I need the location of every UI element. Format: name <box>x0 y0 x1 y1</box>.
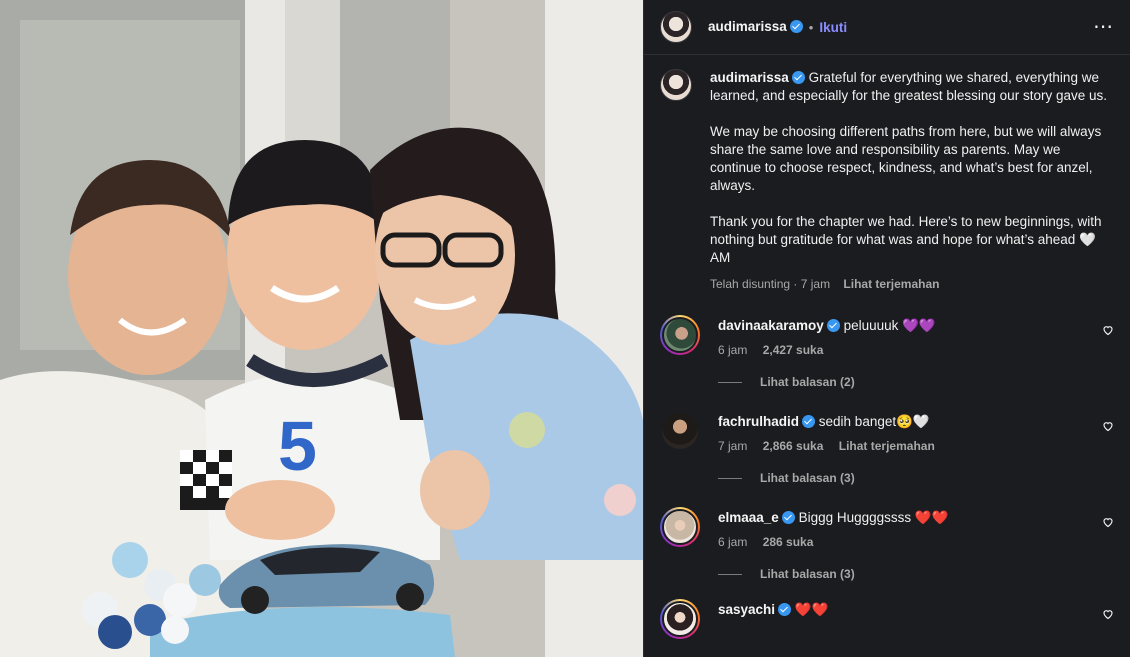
instagram-post-modal: 5 audimarissa • Ikuti ⋯ audimarissa Grat… <box>0 0 1130 657</box>
like-heart-icon[interactable] <box>1102 419 1114 437</box>
verified-badge-icon <box>789 20 803 33</box>
post-header: audimarissa • Ikuti ⋯ <box>644 0 1130 55</box>
view-replies-button[interactable]: Lihat balasan (3) <box>718 471 1114 485</box>
caption-author-avatar[interactable] <box>660 69 692 101</box>
verified-badge-icon <box>826 319 840 332</box>
post-sidebar: audimarissa • Ikuti ⋯ audimarissa Gratef… <box>643 0 1130 657</box>
author-username[interactable]: audimarissa <box>708 19 787 34</box>
replies-divider-line <box>718 477 742 479</box>
replies-divider-line <box>718 573 742 575</box>
commenter-avatar[interactable] <box>660 315 700 355</box>
post-photo[interactable]: 5 <box>0 0 643 657</box>
caption-translate-link[interactable]: Lihat terjemahan <box>843 277 939 291</box>
author-avatar[interactable] <box>660 11 692 43</box>
commenter-avatar[interactable] <box>660 507 700 547</box>
family-photo-illustration: 5 <box>0 0 643 657</box>
comment-username[interactable]: elmaaa_e <box>718 510 779 525</box>
view-replies-button[interactable]: Lihat balasan (2) <box>718 375 1114 389</box>
commenter-avatar[interactable] <box>662 413 698 449</box>
replies-divider-line <box>718 381 742 383</box>
comment-item: davinaakaramoy peluuuuk 💜💜 6 jam 2,427 s… <box>660 315 1114 389</box>
comment-item: sasyachi ❤️❤️ <box>660 599 1114 639</box>
like-heart-icon[interactable] <box>1102 607 1114 625</box>
caption-paragraph-3: Thank you for the chapter we had. Here’s… <box>710 214 1102 265</box>
comment-username[interactable]: davinaakaramoy <box>718 318 824 333</box>
comment-likes[interactable]: 2,427 suka <box>763 343 824 357</box>
comment-time: 6 jam <box>718 343 748 357</box>
more-options-icon[interactable]: ⋯ <box>1093 17 1114 37</box>
comment-item: fachrulhadid sedih banget🥺🤍 7 jam 2,866 … <box>660 411 1114 485</box>
verified-badge-icon <box>791 71 805 84</box>
verified-badge-icon <box>778 603 792 616</box>
header-dot-separator: • <box>808 19 814 35</box>
comment-translate-link[interactable]: Lihat terjemahan <box>839 439 935 453</box>
like-heart-icon[interactable] <box>1102 515 1114 533</box>
caption-edited-time: Telah disunting · 7 jam <box>710 277 831 291</box>
author-username-wrap: audimarissa <box>708 18 803 36</box>
comments-feed[interactable]: audimarissa Grateful for everything we s… <box>644 55 1130 639</box>
view-replies-label: Lihat balasan (2) <box>760 375 855 389</box>
comment-likes[interactable]: 2,866 suka <box>763 439 824 453</box>
jersey-number: 5 <box>278 407 317 485</box>
caption-paragraph-2: We may be choosing different paths from … <box>710 124 1102 193</box>
comment-item: elmaaa_e Biggg Huggggssss ❤️❤️ 6 jam 286… <box>660 507 1114 581</box>
verified-badge-icon <box>781 511 795 524</box>
comment-username[interactable]: fachrulhadid <box>718 414 799 429</box>
view-replies-label: Lihat balasan (3) <box>760 471 855 485</box>
comment-text: peluuuuk 💜💜 <box>843 318 936 333</box>
comment-text: ❤️❤️ <box>794 602 829 617</box>
view-replies-button[interactable]: Lihat balasan (3) <box>718 567 1114 581</box>
caption-text: audimarissa Grateful for everything we s… <box>710 69 1114 267</box>
comment-time: 6 jam <box>718 535 748 549</box>
verified-badge-icon <box>802 415 816 428</box>
comment-text: Biggg Huggggssss ❤️❤️ <box>798 510 949 525</box>
comment-likes[interactable]: 286 suka <box>763 535 814 549</box>
post-caption: audimarissa Grateful for everything we s… <box>660 69 1114 291</box>
caption-author-username[interactable]: audimarissa <box>710 70 789 85</box>
comment-time: 7 jam <box>718 439 748 453</box>
comment-text: sedih banget🥺🤍 <box>818 414 930 429</box>
caption-meta: Telah disunting · 7 jam Lihat terjemahan <box>710 277 1114 291</box>
follow-button[interactable]: Ikuti <box>819 20 847 35</box>
like-heart-icon[interactable] <box>1102 323 1114 341</box>
view-replies-label: Lihat balasan (3) <box>760 567 855 581</box>
commenter-avatar[interactable] <box>660 599 700 639</box>
comment-username[interactable]: sasyachi <box>718 602 775 617</box>
